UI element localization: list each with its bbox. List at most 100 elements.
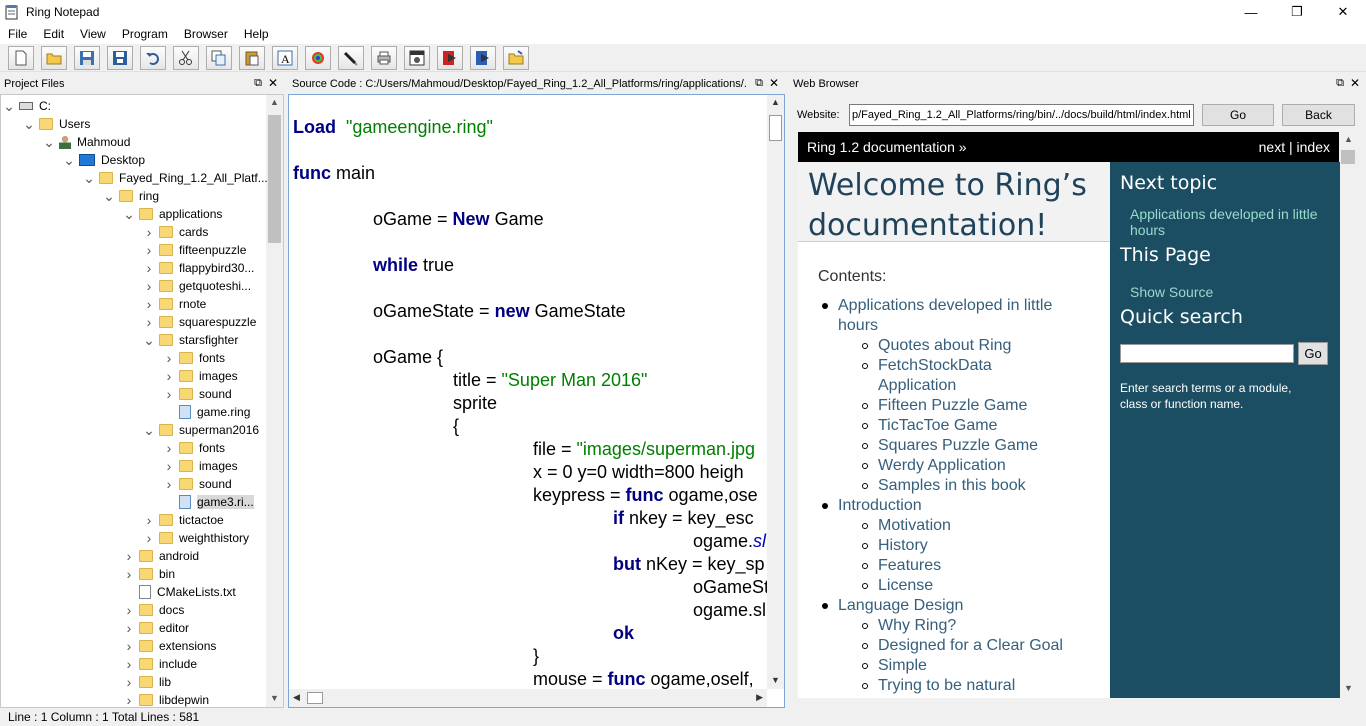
toc-link[interactable]: Quotes about Ring xyxy=(878,337,1011,354)
tree-item[interactable]: ⌄ Mahmoud xyxy=(43,133,130,151)
tree-item[interactable]: › lib xyxy=(123,673,171,691)
tree-scroll-thumb[interactable] xyxy=(268,115,281,243)
tree-item[interactable]: ⌄ C: xyxy=(3,97,51,115)
scroll-down-icon[interactable]: ▼ xyxy=(1344,683,1353,693)
close-panel-icon[interactable]: ✕ xyxy=(769,76,779,90)
show-source-link[interactable]: Show Source xyxy=(1130,284,1213,300)
toc-item[interactable]: Application xyxy=(878,376,956,396)
toc-item[interactable]: Samples in this book xyxy=(862,476,1026,496)
tree-item[interactable]: › getquoteshi... xyxy=(143,277,251,295)
tree-item[interactable]: › fifteenpuzzle xyxy=(143,241,247,259)
chevron-down-icon[interactable]: ⌄ xyxy=(43,135,55,149)
tree-item[interactable]: ⌄ ring xyxy=(103,187,159,205)
toc-link[interactable]: Introduction xyxy=(838,497,922,514)
cut-button[interactable] xyxy=(173,45,199,70)
close-panel-icon[interactable]: ✕ xyxy=(1350,76,1360,90)
toc-link[interactable]: History xyxy=(878,537,928,554)
toc-link[interactable]: Features xyxy=(878,557,941,574)
chevron-right-icon[interactable]: › xyxy=(163,386,175,402)
chevron-right-icon[interactable]: › xyxy=(163,476,175,492)
chevron-right-icon[interactable]: › xyxy=(123,602,135,618)
chevron-right-icon[interactable]: › xyxy=(123,638,135,654)
toc-link[interactable]: Squares Puzzle Game xyxy=(878,437,1038,454)
tree-item[interactable]: › include xyxy=(123,655,197,673)
next-topic-link-cont[interactable]: hours xyxy=(1130,222,1165,238)
minimize-button[interactable]: — xyxy=(1228,0,1274,24)
toc-link[interactable]: Fifteen Puzzle Game xyxy=(878,397,1027,414)
menu-edit[interactable]: Edit xyxy=(35,27,72,41)
chevron-right-icon[interactable]: › xyxy=(163,440,175,456)
scroll-down-icon[interactable]: ▼ xyxy=(771,675,780,685)
quick-search-input[interactable] xyxy=(1120,344,1294,363)
scroll-right-icon[interactable]: ▶ xyxy=(756,692,763,703)
editor-vscrollbar[interactable]: ▲ ▼ xyxy=(767,95,784,689)
scroll-down-icon[interactable]: ▼ xyxy=(270,693,279,703)
chevron-right-icon[interactable]: › xyxy=(143,530,155,546)
toc-link[interactable]: Application xyxy=(878,377,956,394)
go-button[interactable]: Go xyxy=(1202,104,1274,126)
undo-button[interactable] xyxy=(140,45,166,70)
run-nodebug-button[interactable] xyxy=(470,45,496,70)
menu-help[interactable]: Help xyxy=(236,27,277,41)
debug-button[interactable] xyxy=(404,45,430,70)
code-editor[interactable]: Load "gameengine.ring" func main oGame = N… xyxy=(288,94,785,708)
doc-breadcrumb[interactable]: Ring 1.2 documentation » xyxy=(807,139,967,155)
toc-item[interactable]: hours xyxy=(838,316,878,336)
chevron-down-icon[interactable]: ⌄ xyxy=(143,333,155,347)
menu-browser[interactable]: Browser xyxy=(176,27,236,41)
toc-item[interactable]: History xyxy=(862,536,928,556)
doc-scrollbar[interactable]: ▲ ▼ xyxy=(1340,132,1356,698)
toc-item[interactable]: Features xyxy=(862,556,941,576)
chevron-right-icon[interactable]: › xyxy=(143,242,155,258)
toc-item[interactable]: Fifteen Puzzle Game xyxy=(862,396,1027,416)
quick-search-go-button[interactable]: Go xyxy=(1298,342,1328,365)
dock-icon[interactable]: ⧉ xyxy=(254,77,262,90)
paste-button[interactable] xyxy=(239,45,265,70)
toc-link[interactable]: FetchStockData xyxy=(878,357,992,374)
chevron-right-icon[interactable]: › xyxy=(143,314,155,330)
tree-item[interactable]: › rnote xyxy=(143,295,207,313)
toc-item[interactable]: Trying to be natural xyxy=(862,676,1015,696)
toc-item[interactable]: Designed for a Clear Goal xyxy=(862,636,1063,656)
next-topic-link[interactable]: Applications developed in little xyxy=(1130,206,1318,222)
tree-item[interactable]: ⌄ Fayed_Ring_1.2_All_Platf... xyxy=(83,169,268,187)
toc-item[interactable]: Why Ring? xyxy=(862,616,956,636)
tree-item[interactable]: › android xyxy=(123,547,199,565)
chevron-down-icon[interactable]: ⌄ xyxy=(103,189,115,203)
toc-item[interactable]: Werdy Application xyxy=(862,456,1006,476)
toc-link[interactable]: TicTacToe Game xyxy=(878,417,997,434)
scroll-up-icon[interactable]: ▲ xyxy=(771,97,780,107)
toc-item[interactable]: Simple xyxy=(862,656,927,676)
chevron-right-icon[interactable]: › xyxy=(123,548,135,564)
chevron-right-icon[interactable]: › xyxy=(143,278,155,294)
tree-item[interactable]: › images xyxy=(163,367,238,385)
chevron-down-icon[interactable]: ⌄ xyxy=(23,117,35,131)
toc-item[interactable]: Motivation xyxy=(862,516,951,536)
chevron-down-icon[interactable]: ⌄ xyxy=(63,153,75,167)
url-input[interactable]: p/Fayed_Ring_1.2_All_Platforms/ring/bin/… xyxy=(849,104,1194,126)
tree-item[interactable]: › weighthistory xyxy=(143,529,249,547)
tree-item[interactable]: › sound xyxy=(163,385,232,403)
toc-link[interactable]: Motivation xyxy=(878,517,951,534)
tree-item[interactable]: › extensions xyxy=(123,637,217,655)
new-file-button[interactable] xyxy=(8,45,34,70)
maximize-button[interactable]: ❐ xyxy=(1274,0,1320,24)
menu-file[interactable]: File xyxy=(0,27,35,41)
toc-link[interactable]: hours xyxy=(838,317,878,334)
tree-item[interactable]: › squarespuzzle xyxy=(143,313,257,331)
tree-item[interactable]: ⌄ superman2016 xyxy=(143,421,259,439)
close-panel-icon[interactable]: ✕ xyxy=(268,76,278,90)
toc-link[interactable]: Applications developed in little xyxy=(838,297,1052,314)
tree-item[interactable]: › tictactoe xyxy=(143,511,224,529)
font-button[interactable]: A xyxy=(272,45,298,70)
run-button[interactable] xyxy=(437,45,463,70)
open-folder-button[interactable] xyxy=(503,45,529,70)
toc-item[interactable]: Language Design xyxy=(822,596,963,616)
toc-link[interactable]: Language Design xyxy=(838,597,963,614)
toc-link[interactable]: Simple xyxy=(878,657,927,674)
tree-item[interactable]: ⌄ applications xyxy=(123,205,222,223)
toc-item[interactable]: TicTacToe Game xyxy=(862,416,997,436)
chevron-right-icon[interactable]: › xyxy=(123,674,135,690)
copy-button[interactable] xyxy=(206,45,232,70)
scroll-up-icon[interactable]: ▲ xyxy=(1344,134,1353,144)
